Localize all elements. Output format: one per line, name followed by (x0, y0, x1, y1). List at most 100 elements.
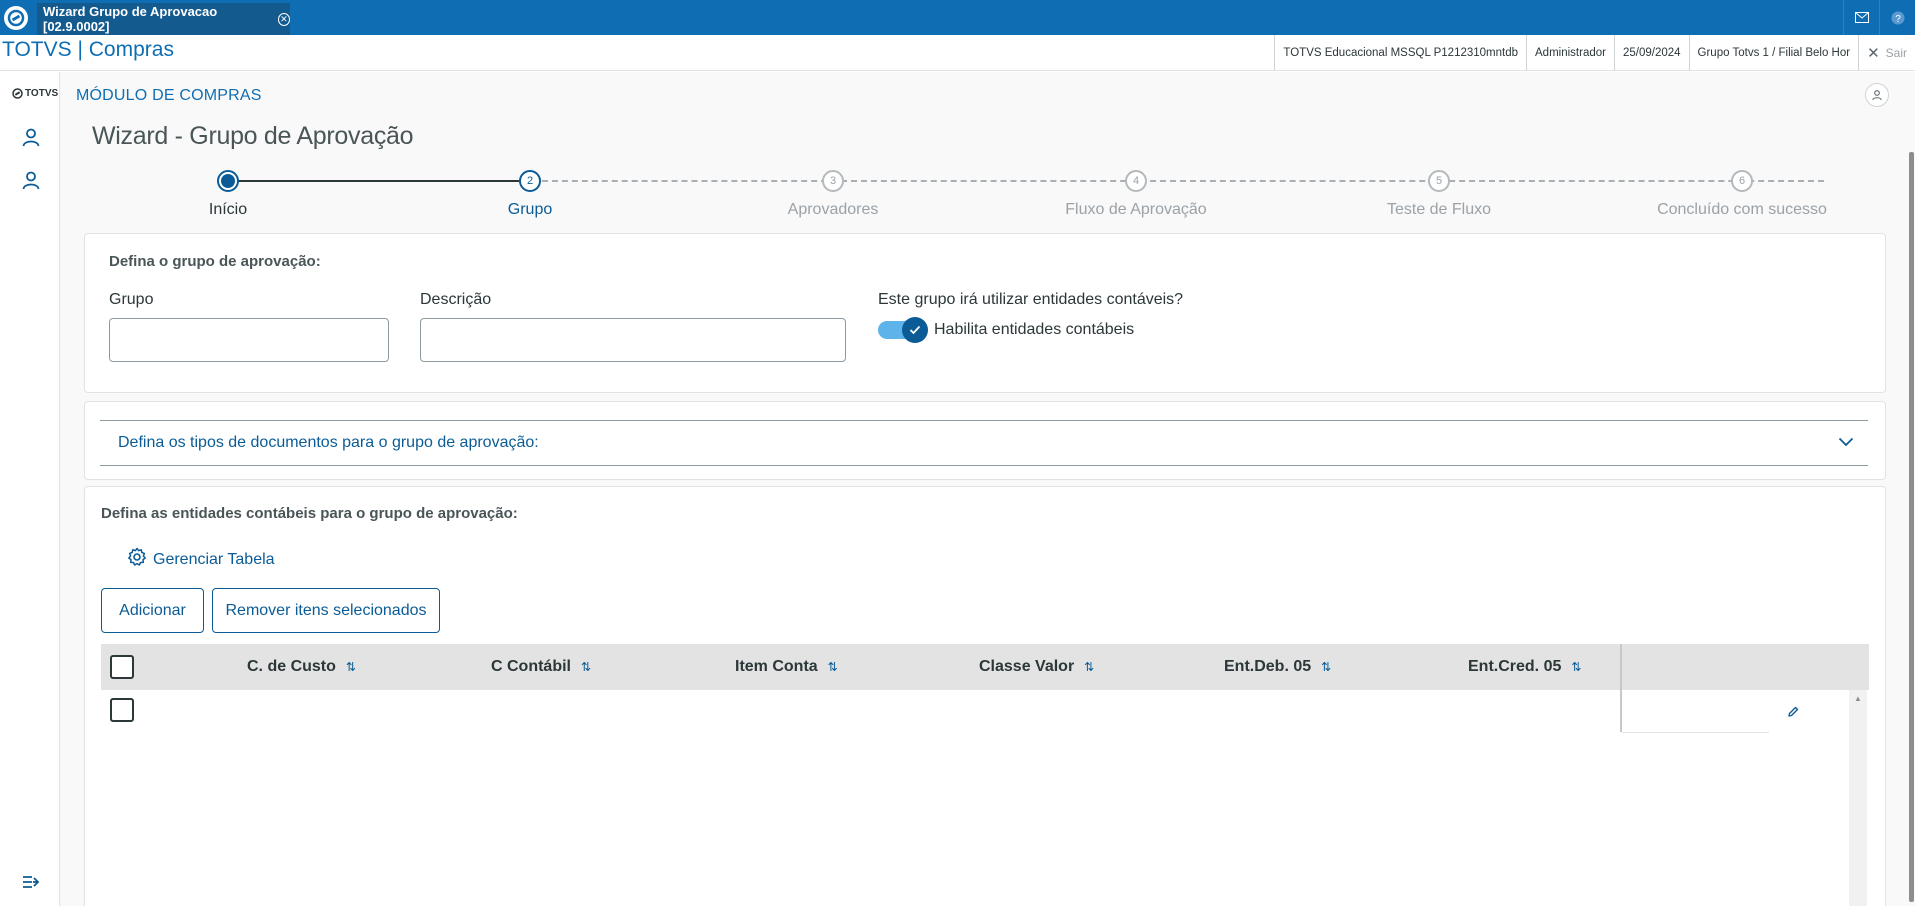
step-label: Teste de Fluxo (1386, 201, 1492, 218)
column-label: Ent.Cred. 05 (1468, 658, 1562, 675)
step-concluido[interactable]: 6 Concluído com sucesso (1642, 170, 1842, 219)
user-icon (21, 170, 41, 195)
step-number: 5 (1428, 170, 1450, 192)
column-label: C Contábil (491, 658, 571, 675)
content-area: Wizard - Grupo de Aprovação Início 2 Gru… (60, 118, 1915, 906)
module-title: MÓDULO DE COMPRAS (76, 87, 262, 104)
column-header-classe-valor[interactable]: Classe Valor ⇅ (979, 658, 1094, 676)
description-input[interactable] (420, 318, 846, 362)
profile-avatar[interactable] (1865, 83, 1889, 107)
step-inicio[interactable]: Início (128, 170, 328, 219)
actions-column (1620, 644, 1792, 732)
close-icon: ✕ (1867, 45, 1880, 62)
sort-icon[interactable]: ⇅ (828, 660, 838, 674)
documents-accordion[interactable]: Defina os tipos de documentos para o gru… (100, 420, 1868, 466)
step-label: Concluído com sucesso (1657, 201, 1827, 218)
row-divider (1622, 732, 1769, 733)
sort-icon[interactable]: ⇅ (1321, 660, 1331, 674)
edit-icon[interactable] (1787, 705, 1799, 723)
step-label: Início (208, 201, 248, 218)
sort-icon[interactable]: ⇅ (1571, 660, 1581, 674)
column-header-ent-cred-05[interactable]: Ent.Cred. 05 ⇅ (1468, 658, 1581, 676)
side-rail: TOTVS (0, 72, 60, 906)
step-number: 3 (822, 170, 844, 192)
entities-table: C. de Custo ⇅ C Contábil ⇅ Item Conta ⇅ … (101, 644, 1869, 906)
user-icon (21, 127, 41, 152)
column-label: Classe Valor (979, 658, 1075, 675)
column-label: C. de Custo (247, 658, 336, 675)
help-icon[interactable]: ? (1879, 0, 1915, 35)
step-number: 2 (519, 170, 541, 192)
step-aprovadores[interactable]: 3 Aprovadores (733, 170, 933, 219)
sort-icon[interactable]: ⇅ (581, 660, 591, 674)
expand-menu-icon[interactable] (18, 869, 44, 895)
page-scrollbar[interactable] (1909, 152, 1914, 902)
column-header-c-contabil[interactable]: C Contábil ⇅ (491, 658, 591, 676)
column-label: Item Conta (735, 658, 818, 675)
step-teste-fluxo[interactable]: 5 Teste de Fluxo (1339, 170, 1539, 219)
chevron-down-icon[interactable] (1838, 434, 1854, 452)
entities-question: Este grupo irá utilizar entidades contáv… (878, 291, 1184, 308)
column-header-ent-deb-05[interactable]: Ent.Deb. 05 ⇅ (1224, 658, 1331, 676)
exit-button[interactable]: ✕ Sair (1858, 35, 1915, 71)
row-checkbox[interactable] (110, 698, 134, 722)
rail-logo: TOTVS (12, 88, 58, 99)
step-grupo[interactable]: 2 Grupo (430, 170, 630, 219)
step-number: 6 (1731, 170, 1753, 192)
step-label: Grupo (507, 201, 553, 218)
select-all-checkbox[interactable] (110, 655, 134, 679)
sort-icon[interactable]: ⇅ (346, 660, 356, 674)
environment-info[interactable]: TOTVS Educacional MSSQL P1212310mntdb (1274, 35, 1526, 71)
table-scrollbar[interactable]: ▲ (1849, 690, 1867, 906)
gear-icon (127, 547, 147, 572)
step-label: Fluxo de Aprovação (1065, 201, 1207, 218)
entities-switch[interactable]: Habilita entidades contábeis (878, 317, 1135, 343)
step-number: 4 (1125, 170, 1147, 192)
documents-title: Defina os tipos de documentos para o gru… (118, 434, 539, 451)
totvs-logo-icon[interactable] (4, 6, 28, 30)
wizard-stepper: Início 2 Grupo 3 Aprovadores 4 Fluxo de … (60, 170, 1915, 230)
app-tab[interactable]: Wizard Grupo de Aprovacao [02.9.0002] ✕ (37, 3, 290, 35)
sort-icon[interactable]: ⇅ (1084, 660, 1094, 674)
top-bar-actions: ? (1843, 0, 1915, 35)
scroll-up-icon[interactable]: ▲ (1854, 694, 1862, 703)
app-tab-title: Wizard Grupo de Aprovacao [02.9.0002] (43, 4, 218, 34)
entities-card: Defina as entidades contábeis para o gru… (84, 486, 1886, 906)
rail-user-button-2[interactable] (18, 169, 44, 195)
date-info[interactable]: 25/09/2024 (1613, 35, 1689, 71)
column-header-item-conta[interactable]: Item Conta ⇅ (735, 658, 838, 676)
manage-table-button[interactable]: Gerenciar Tabela (127, 547, 275, 572)
description-label: Descrição (420, 291, 492, 308)
remove-selected-button[interactable]: Remover itens selecionados (212, 588, 440, 633)
column-header-c-de-custo[interactable]: C. de Custo ⇅ (247, 658, 356, 676)
rail-user-button[interactable] (18, 126, 44, 152)
step-fluxo-aprovacao[interactable]: 4 Fluxo de Aprovação (1036, 170, 1236, 219)
entities-title: Defina as entidades contábeis para o gru… (101, 505, 518, 522)
session-info: TOTVS Educacional MSSQL P1212310mntdb Ad… (1274, 35, 1915, 71)
group-form-card: Defina o grupo de aprovação: Grupo Descr… (84, 233, 1886, 393)
check-icon (902, 317, 928, 343)
switch-track[interactable] (878, 317, 928, 343)
user-info[interactable]: Administrador (1526, 35, 1614, 71)
header: TOTVS | Compras TOTVS Educacional MSSQL … (0, 35, 1915, 71)
group-label: Grupo (109, 291, 154, 308)
page-title: Wizard - Grupo de Aprovação (92, 122, 414, 150)
exit-label: Sair (1885, 46, 1907, 60)
rail-logo-text: TOTVS (25, 88, 59, 99)
switch-label: Habilita entidades contábeis (934, 321, 1135, 338)
tab-close-icon[interactable]: ✕ (277, 12, 290, 26)
add-button[interactable]: Adicionar (101, 588, 204, 633)
brand-title: TOTVS | Compras (2, 38, 174, 61)
manage-table-label: Gerenciar Tabela (153, 550, 275, 568)
top-bar: Wizard Grupo de Aprovacao [02.9.0002] ✕ … (0, 0, 1915, 35)
branch-info[interactable]: Grupo Totvs 1 / Filial Belo Hor (1688, 35, 1859, 71)
group-form-title: Defina o grupo de aprovação: (109, 253, 321, 270)
column-label: Ent.Deb. 05 (1224, 658, 1312, 675)
mail-icon[interactable] (1843, 0, 1879, 35)
svg-text:?: ? (1895, 14, 1901, 25)
group-input[interactable] (109, 318, 389, 362)
documents-card: Defina os tipos de documentos para o gru… (84, 401, 1886, 480)
step-label: Aprovadores (787, 201, 879, 218)
step-done-icon (217, 170, 239, 192)
actions-header (1622, 644, 1792, 690)
